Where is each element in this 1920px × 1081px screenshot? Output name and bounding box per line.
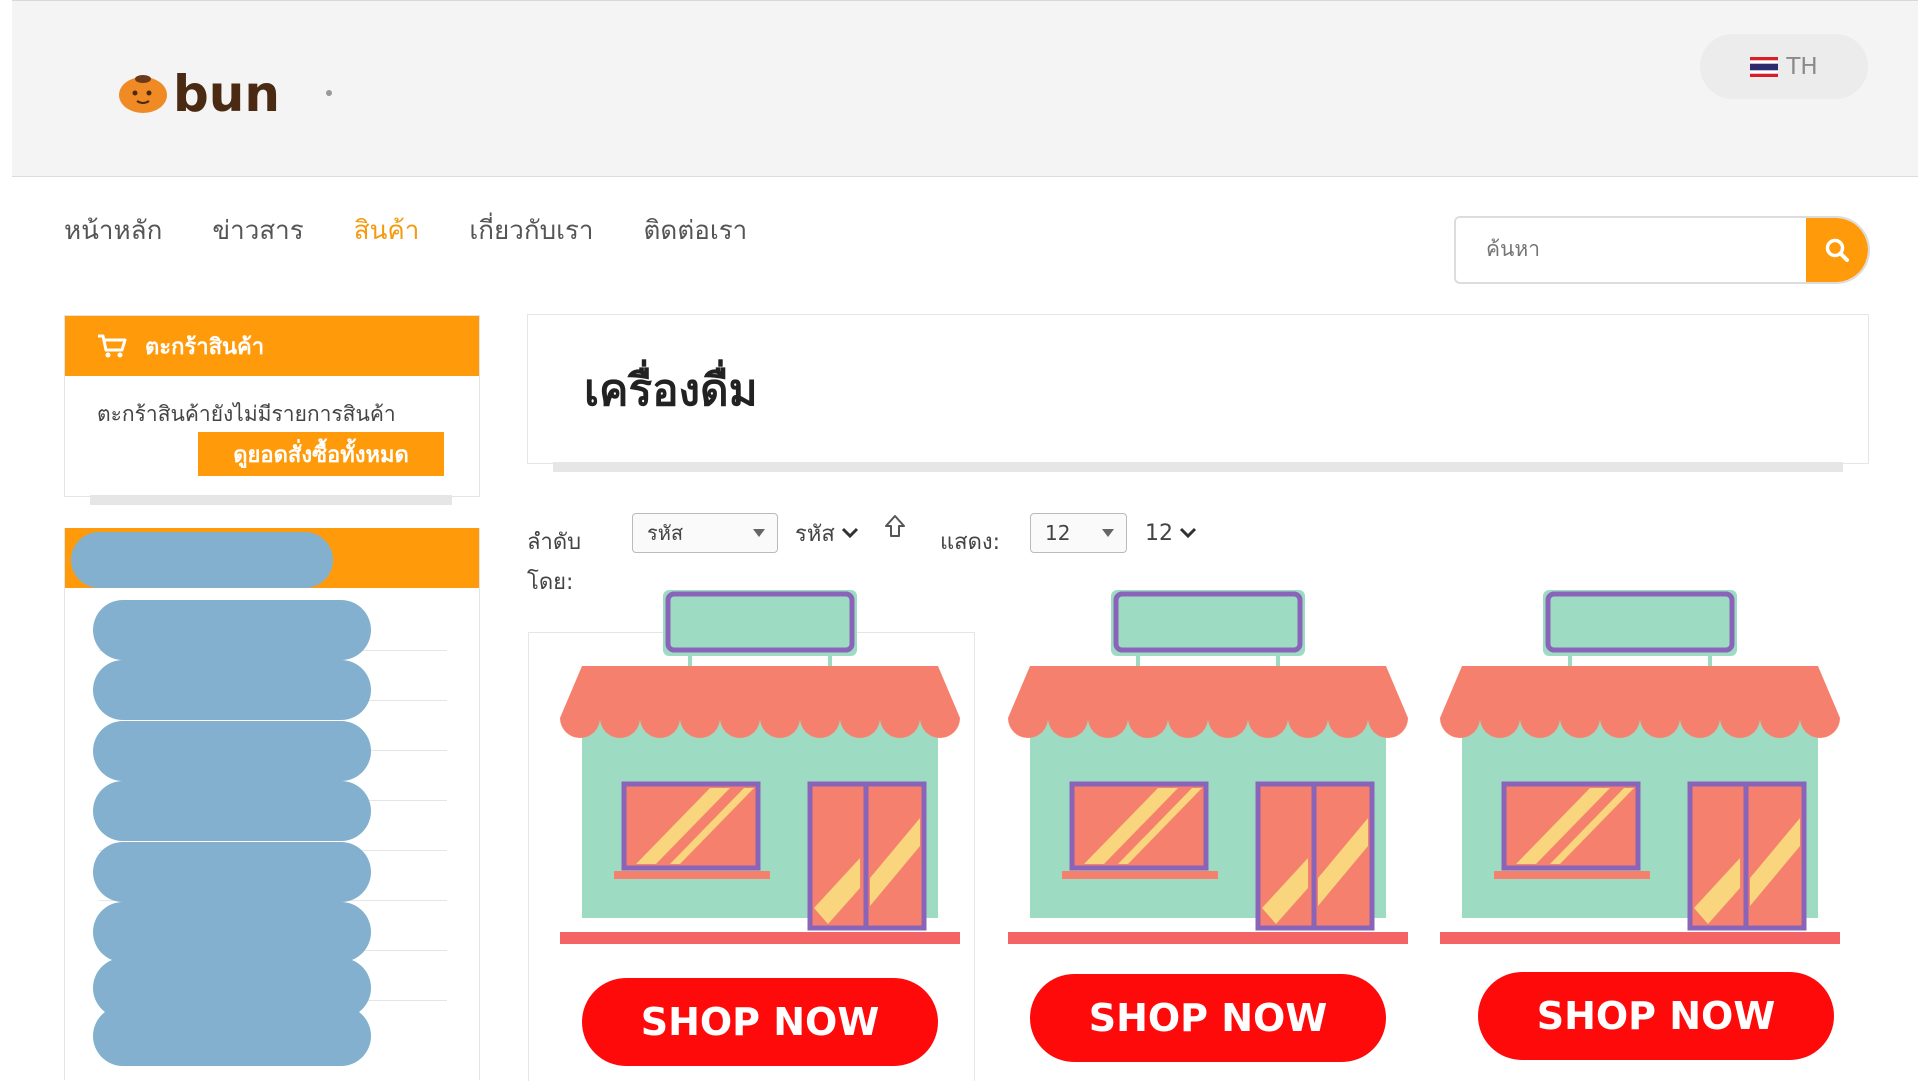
- select-arrow-icon: [1102, 529, 1114, 537]
- search-input[interactable]: [1456, 218, 1806, 280]
- select-arrow-icon: [753, 529, 765, 537]
- site-header: bun TH: [12, 0, 1918, 177]
- redacted-category-item[interactable]: [93, 781, 371, 841]
- main-nav: หน้าหลัก ข่าวสาร สินค้า เกี่ยวกับเรา ติด…: [64, 210, 797, 251]
- language-switcher[interactable]: TH: [1700, 34, 1868, 99]
- nav-item-home[interactable]: หน้าหลัก: [64, 210, 162, 251]
- show-count-value: 12: [1045, 521, 1071, 545]
- storefront-illustration[interactable]: [560, 588, 960, 948]
- redacted-category-item[interactable]: [93, 902, 371, 962]
- sort-dropdown-value: รหัส: [795, 521, 835, 547]
- cart-header: ตะกร้าสินค้า: [65, 316, 479, 376]
- redacted-category-item[interactable]: [93, 842, 371, 902]
- category-sidebar-header: [65, 528, 479, 588]
- search-button[interactable]: [1806, 218, 1868, 282]
- shop-now-button[interactable]: SHOP NOW: [582, 978, 938, 1066]
- search-icon: [1825, 238, 1849, 262]
- category-title-box: เครื่องดื่ม: [527, 314, 1869, 464]
- nav-item-products[interactable]: สินค้า: [354, 210, 420, 251]
- storefront-illustration[interactable]: [1440, 588, 1840, 948]
- storefront-illustration[interactable]: [1008, 588, 1408, 948]
- sort-select[interactable]: รหัส: [632, 513, 778, 553]
- cart-panel: ตะกร้าสินค้า ตะกร้าสินค้ายังไม่มีรายการส…: [64, 315, 480, 497]
- chevron-down-icon: [841, 527, 858, 539]
- language-label: TH: [1786, 53, 1818, 80]
- title-shadow: [553, 462, 1843, 472]
- logo-text: bun: [173, 65, 280, 123]
- search-bar: [1454, 216, 1870, 284]
- sort-dropdown[interactable]: รหัส: [795, 516, 859, 550]
- cart-icon: [98, 334, 127, 358]
- sort-select-value: รหัส: [647, 521, 684, 545]
- show-count-select[interactable]: 12: [1030, 513, 1127, 553]
- redacted-category-item[interactable]: [93, 1006, 371, 1066]
- redacted-heading: [71, 532, 333, 588]
- show-count-dropdown-value: 12: [1145, 520, 1173, 546]
- nav-item-contact[interactable]: ติดต่อเรา: [644, 210, 748, 251]
- nav-item-news[interactable]: ข่าวสาร: [212, 210, 303, 251]
- bun-logo[interactable]: bun: [117, 63, 347, 123]
- cart-shadow: [90, 495, 452, 505]
- redacted-category-item[interactable]: [93, 600, 371, 660]
- show-count-dropdown[interactable]: 12: [1145, 516, 1197, 550]
- thailand-flag-icon: [1750, 56, 1779, 77]
- redacted-category-item[interactable]: [93, 721, 371, 781]
- shop-now-button[interactable]: SHOP NOW: [1030, 974, 1386, 1062]
- shop-now-button[interactable]: SHOP NOW: [1478, 972, 1834, 1060]
- page-title: เครื่องดื่ม: [584, 365, 758, 416]
- redacted-category-item[interactable]: [93, 660, 371, 720]
- sort-label-line1: ลำดับ: [527, 530, 582, 555]
- view-all-orders-button[interactable]: ดูยอดสั่งซื้อทั้งหมด: [198, 432, 444, 476]
- show-label: แสดง:: [940, 530, 1001, 555]
- cart-title: ตะกร้าสินค้า: [145, 334, 265, 360]
- cart-empty-message: ตะกร้าสินค้ายังไม่มีรายการสินค้า: [97, 402, 396, 426]
- category-sidebar: [64, 528, 480, 1080]
- chevron-down-icon: [1179, 527, 1197, 539]
- sort-direction-arrow-icon[interactable]: [884, 514, 906, 540]
- nav-item-about[interactable]: เกี่ยวกับเรา: [469, 210, 593, 251]
